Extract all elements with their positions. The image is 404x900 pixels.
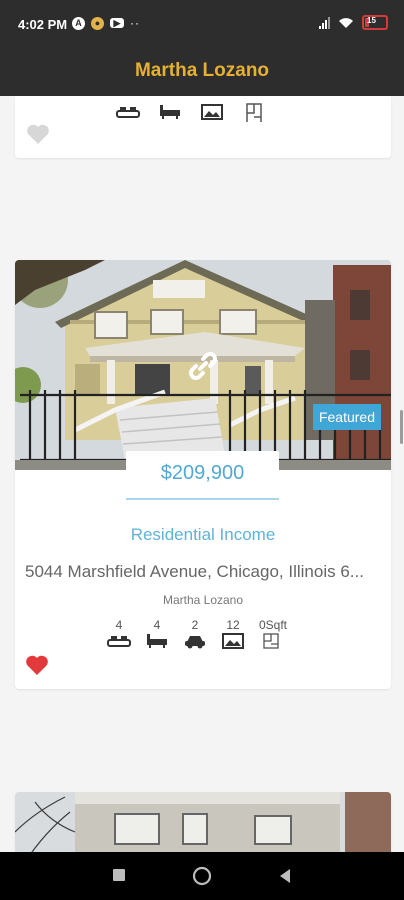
photos-value: 12 — [226, 618, 240, 632]
back-icon[interactable] — [278, 868, 292, 884]
feature-photos: 12 — [221, 618, 245, 654]
more-notifications-icon: ·· — [130, 16, 140, 30]
status-bar: 4:02 PM A ● ▶ ·· 15 — [0, 0, 404, 48]
garages-value: 2 — [191, 618, 199, 632]
favorite-icon[interactable] — [26, 123, 50, 145]
feature-area: 0Sqft — [259, 618, 288, 654]
system-icons: 15 — [319, 15, 388, 30]
bed-icon — [107, 636, 131, 647]
price-divider — [126, 498, 279, 500]
coin-icon: ● — [91, 16, 104, 30]
price-box: $209,900 — [126, 451, 279, 497]
feature-row: 4 4 2 12 0Sqft — [107, 618, 288, 654]
home-icon[interactable] — [192, 866, 212, 886]
listing-card[interactable] — [15, 96, 391, 158]
signal-icon — [319, 16, 330, 29]
listing-photo[interactable]: Featured — [15, 260, 391, 470]
page-title: Martha Lozano — [134, 60, 270, 81]
feature-bathrooms: 4 — [145, 618, 169, 654]
youtube-icon: ▶ — [110, 18, 124, 28]
wifi-icon — [339, 17, 353, 28]
scrollbar[interactable] — [400, 410, 403, 444]
navigation-bar — [0, 852, 404, 900]
photo-icon — [222, 633, 244, 649]
status-time: 4:02 PM — [18, 17, 68, 32]
a-badge-icon: A — [72, 16, 85, 30]
listing-agent[interactable]: Martha Lozano — [15, 593, 391, 607]
app-bar: Martha Lozano — [0, 48, 404, 96]
recents-icon[interactable] — [112, 868, 126, 882]
listing-card[interactable]: Featured $209,900 Residential Income 504… — [15, 260, 391, 689]
listing-price: $209,900 — [160, 462, 245, 484]
area-icon — [246, 103, 262, 122]
bedrooms-value: 4 — [115, 618, 123, 632]
feature-row — [116, 103, 266, 122]
bath-icon — [147, 634, 167, 648]
feature-garages: 2 — [183, 618, 207, 654]
bathrooms-value: 4 — [153, 618, 161, 632]
listing-address[interactable]: 5044 Marshfield Avenue, Chicago, Illinoi… — [25, 562, 381, 582]
photo-icon — [201, 104, 223, 120]
battery-level: 15 — [367, 16, 376, 25]
area-value: 0Sqft — [259, 618, 288, 632]
listing-category[interactable]: Residential Income — [15, 525, 391, 545]
garage-icon — [185, 636, 205, 649]
feature-bedrooms: 4 — [107, 618, 131, 654]
bed-icon — [116, 107, 140, 118]
notification-icons: A ● ▶ ·· — [72, 16, 140, 30]
featured-badge: Featured — [312, 404, 381, 430]
favorite-icon[interactable] — [25, 654, 49, 676]
area-icon — [263, 633, 279, 649]
battery-icon: 15 — [362, 15, 388, 30]
link-icon[interactable] — [186, 349, 220, 383]
bath-icon — [160, 105, 180, 119]
